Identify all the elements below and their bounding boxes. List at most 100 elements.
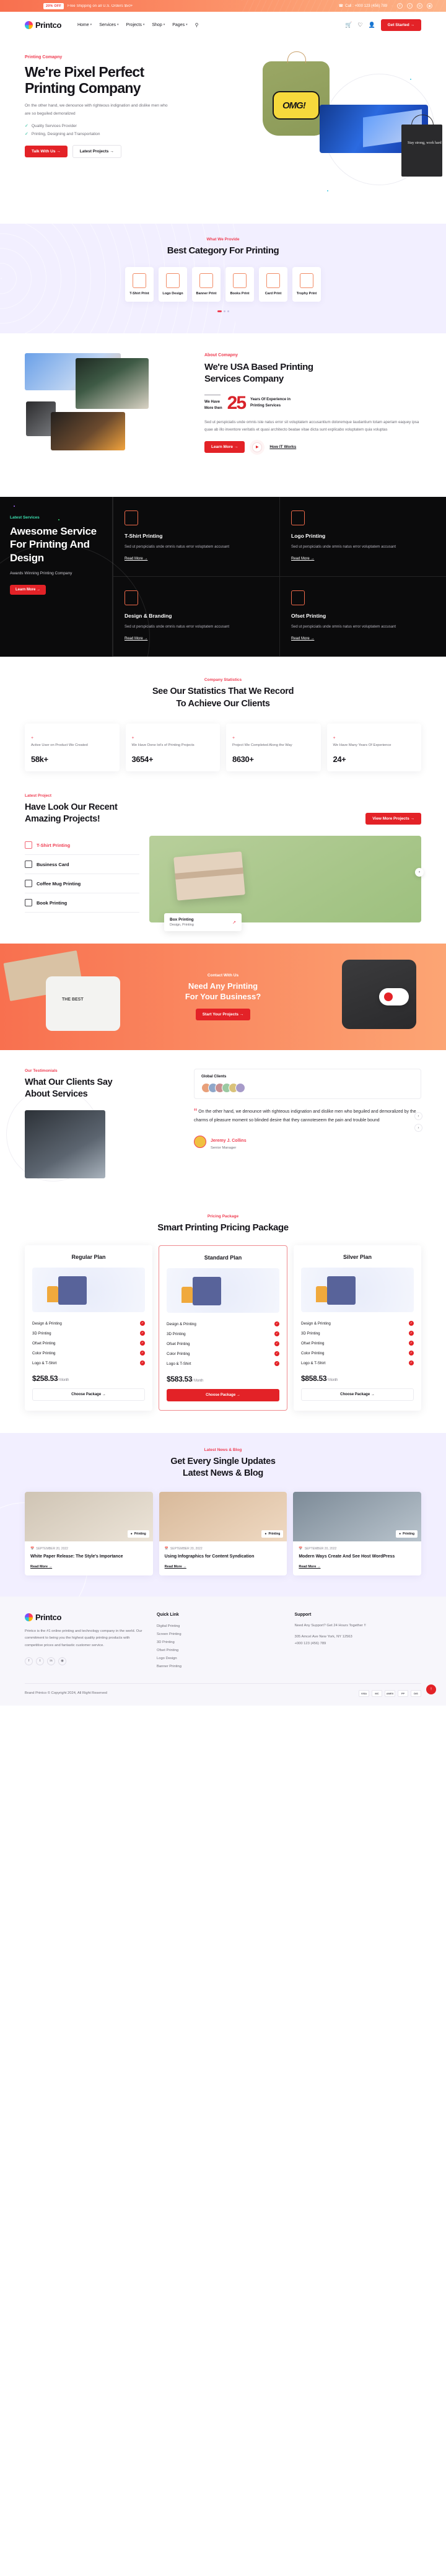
choose-package-button[interactable]: Choose Package → <box>32 1388 145 1401</box>
testimonial-right: Global Clients “ On the other hand, we d… <box>194 1069 422 1178</box>
blog-read-more-link[interactable]: Read More → <box>165 1565 282 1569</box>
project-tab-coffee-mug[interactable]: Coffee Mug Printing <box>25 874 139 894</box>
pen-tool-icon <box>291 510 305 525</box>
project-tab-tshirt[interactable]: T-Shirt Printing <box>25 836 139 856</box>
view-more-projects-button[interactable]: View More Projects → <box>365 813 421 825</box>
pricing-card-silver: Silver Plan Design & Printing ✓ 3D Printi… <box>294 1245 421 1411</box>
scroll-to-top-button[interactable]: ↑ <box>426 1684 436 1694</box>
stat-value: 3654+ <box>131 755 154 764</box>
prev-arrow-icon[interactable]: ‹ <box>414 1112 422 1121</box>
footer-link[interactable]: Ofset Printing <box>157 1647 284 1655</box>
read-more-link[interactable]: Read More → <box>291 637 314 641</box>
blog-tag[interactable]: ● Printing <box>127 1530 149 1538</box>
blog-date: 📅 SEPTEMBER 20, 2022 <box>299 1547 416 1551</box>
how-it-works-link[interactable]: How IT Works <box>269 445 296 449</box>
twitter-icon[interactable]: t <box>36 1657 44 1665</box>
facebook-icon[interactable]: f <box>397 3 403 9</box>
blog-post-title: Modern Ways Create And See Host WordPres… <box>299 1554 395 1559</box>
choose-package-button[interactable]: Choose Package → <box>301 1388 414 1401</box>
footer-logo[interactable]: Printco <box>25 1613 146 1622</box>
check-icon: ✓ <box>25 124 28 129</box>
read-more-link[interactable]: Read More → <box>291 557 314 561</box>
wishlist-heart-icon[interactable]: ♡ <box>357 22 362 28</box>
cart-icon[interactable]: 🛒 <box>345 22 352 28</box>
blog-card[interactable]: ● Printing 📅 SEPTEMBER 20, 2022 White Pape… <box>25 1491 153 1575</box>
tag-label: Printing <box>134 1531 146 1536</box>
nav-item-shop[interactable]: Shop ▾ <box>152 23 165 27</box>
nav-item-projects[interactable]: Projects ▾ <box>126 23 145 27</box>
behance-icon[interactable]: b <box>417 3 422 9</box>
instagram-icon[interactable]: ◉ <box>58 1657 66 1665</box>
talk-with-us-button[interactable]: Talk With Us → <box>25 146 68 158</box>
footer-link[interactable]: 3D Printing <box>157 1639 284 1647</box>
read-more-link[interactable]: Read More → <box>125 557 147 561</box>
nav-item-pages[interactable]: Pages ▾ <box>172 23 187 27</box>
blog-read-more-link[interactable]: Read More → <box>299 1565 416 1569</box>
instagram-icon[interactable]: ◉ <box>427 3 432 9</box>
card-icon <box>266 273 280 288</box>
footer-link[interactable]: Banner Printing <box>157 1663 284 1671</box>
linkedin-icon[interactable]: in <box>47 1657 55 1665</box>
latest-projects-button[interactable]: Latest Projects → <box>72 145 121 159</box>
category-card-trophy[interactable]: Trophy Print <box>292 267 321 302</box>
play-icon[interactable]: ▶ <box>252 442 263 452</box>
project-tab-book[interactable]: Book Printing <box>25 893 139 913</box>
category-card-card[interactable]: Card Print <box>259 267 287 302</box>
next-arrow-icon[interactable]: › <box>414 1124 422 1132</box>
twitter-icon[interactable]: t <box>407 3 413 9</box>
service-card-design[interactable]: Design & Branding Sed ut perspiciatis un… <box>113 577 279 657</box>
stat-value: 8630+ <box>232 755 254 764</box>
category-card-tshirt[interactable]: T-Shirt Print <box>125 267 154 302</box>
carousel-dot-1[interactable] <box>217 310 222 312</box>
date-label: SEPTEMBER 20, 2022 <box>170 1546 203 1551</box>
blog-card[interactable]: ● Printing 📅 SEPTEMBER 20, 2022 Modern Way… <box>293 1491 422 1575</box>
service-card-tshirt[interactable]: T-Shirt Printing Sed ut perspiciatis und… <box>113 497 279 577</box>
promo-text: Free Shipping on all U.S. Orders $50+ <box>67 4 133 8</box>
category-card-logo[interactable]: Logo Design <box>159 267 187 302</box>
carousel-dot-3[interactable] <box>227 310 229 312</box>
category-card-banner[interactable]: Banner Print <box>192 267 221 302</box>
service-card-offset[interactable]: Ofset Printing Sed ut perspiciatis unde … <box>279 577 446 657</box>
choose-package-button[interactable]: Choose Package → <box>167 1389 279 1402</box>
feature-label: Ofset Printing <box>32 1341 56 1346</box>
project-caption[interactable]: Box Printing Design, Printing ↗ <box>164 913 242 932</box>
blog-tag[interactable]: ● Printing <box>261 1530 284 1538</box>
projects-section: Latest Project Have Look Our Recent Amaz… <box>0 790 446 944</box>
nav-item-home[interactable]: Home ▾ <box>77 23 92 27</box>
get-started-button[interactable]: Get Started → <box>380 19 421 31</box>
footer-link[interactable]: Screen Printing <box>157 1631 284 1639</box>
read-more-link[interactable]: Read More → <box>125 637 147 641</box>
project-tab-business-card[interactable]: Business Card <box>25 855 139 875</box>
carousel-dot-2[interactable] <box>223 310 225 312</box>
category-label: Logo Design <box>162 292 183 296</box>
learn-more-button[interactable]: Learn More → <box>204 441 245 453</box>
chevron-down-icon: ▾ <box>90 23 92 27</box>
nav-item-services[interactable]: Services ▾ <box>99 23 118 27</box>
services-learn-more-button[interactable]: Learn More → <box>10 585 46 595</box>
divider: · <box>391 4 393 8</box>
category-card-books[interactable]: Books Print <box>225 267 254 302</box>
blog-card[interactable]: ● Printing 📅 SEPTEMBER 20, 2022 Using Info… <box>159 1491 287 1575</box>
hero-feature-item: ✓ Printing, Designing and Transportation <box>25 131 192 137</box>
slider-next-icon[interactable]: › <box>415 868 424 877</box>
brand-logo[interactable]: Printco <box>25 20 61 30</box>
footer-phone[interactable]: +000 123 (456) 789 <box>295 1641 422 1647</box>
phone-link[interactable]: ☎ Call : +000 123 (456) 789 <box>339 4 387 9</box>
search-icon[interactable]: ⚲ <box>195 22 199 28</box>
hero-tote-bag-image: Stay strong, work hard <box>401 115 442 177</box>
decorative-dot <box>327 190 328 191</box>
service-card-logo[interactable]: Logo Printing Sed ut perspiciatis unde o… <box>279 497 446 577</box>
category-label: Card Print <box>265 292 282 296</box>
footer-link[interactable]: Digital Printing <box>157 1623 284 1631</box>
footer-link[interactable]: Logo Design <box>157 1655 284 1663</box>
blog-read-more-link[interactable]: Read More → <box>30 1565 147 1569</box>
feature-label: Logo & T-Shirt <box>32 1360 57 1365</box>
blog-tag[interactable]: ● Printing <box>396 1530 418 1538</box>
about-title-line1: We're USA Based Printing <box>204 362 313 372</box>
banner-icon <box>199 273 213 288</box>
hero-artwork: OMG! Stay strong, work hard <box>242 51 446 217</box>
start-your-projects-button[interactable]: Start Your Projects → <box>195 1009 251 1021</box>
facebook-icon[interactable]: f <box>25 1657 33 1665</box>
account-icon[interactable]: 👤 <box>368 22 375 28</box>
arrow-right-icon[interactable]: ↗ <box>232 920 236 925</box>
